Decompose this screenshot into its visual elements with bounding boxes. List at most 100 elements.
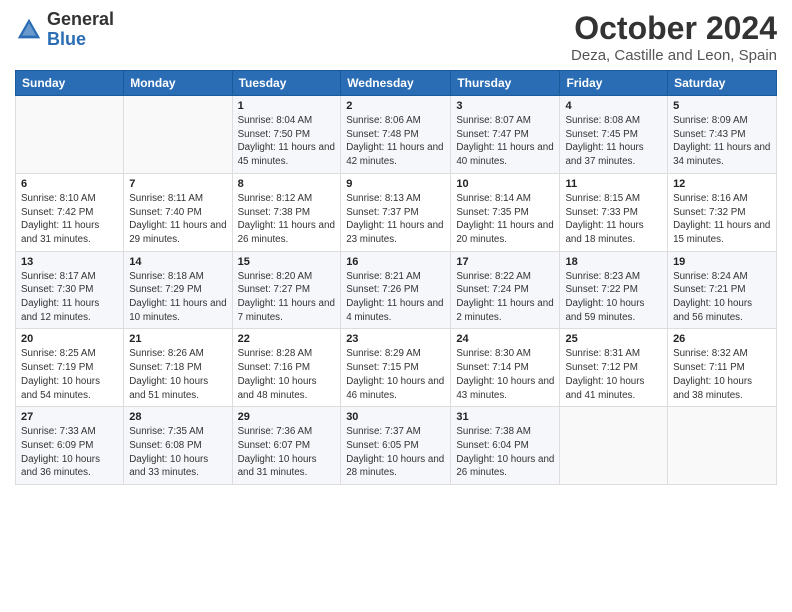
table-row <box>124 96 232 174</box>
table-row <box>16 96 124 174</box>
week-row-4: 27 Sunrise: 7:33 AMSunset: 6:09 PMDayligh… <box>16 407 777 485</box>
col-monday: Monday <box>124 71 232 96</box>
day-info: Sunrise: 8:20 AMSunset: 7:27 PMDaylight:… <box>238 270 336 325</box>
day-number: 16 <box>346 256 445 268</box>
day-number: 24 <box>456 333 554 345</box>
day-info: Sunrise: 8:12 AMSunset: 7:38 PMDaylight:… <box>238 192 336 247</box>
table-row: 8 Sunrise: 8:12 AMSunset: 7:38 PMDaylight… <box>232 173 341 251</box>
day-info: Sunrise: 8:10 AMSunset: 7:42 PMDaylight:… <box>21 192 118 247</box>
day-info: Sunrise: 8:14 AMSunset: 7:35 PMDaylight:… <box>456 192 554 247</box>
day-number: 23 <box>346 333 445 345</box>
table-row: 28 Sunrise: 7:35 AMSunset: 6:08 PMDayligh… <box>124 407 232 485</box>
table-row: 31 Sunrise: 7:38 AMSunset: 6:04 PMDayligh… <box>451 407 560 485</box>
day-number: 19 <box>673 256 771 268</box>
table-row: 11 Sunrise: 8:15 AMSunset: 7:33 PMDayligh… <box>560 173 668 251</box>
day-number: 7 <box>129 178 226 190</box>
table-row <box>560 407 668 485</box>
day-info: Sunrise: 8:21 AMSunset: 7:26 PMDaylight:… <box>346 270 445 325</box>
day-number: 31 <box>456 411 554 423</box>
week-row-1: 6 Sunrise: 8:10 AMSunset: 7:42 PMDaylight… <box>16 173 777 251</box>
month-title: October 2024 <box>571 10 777 47</box>
col-sunday: Sunday <box>16 71 124 96</box>
header-row: Sunday Monday Tuesday Wednesday Thursday… <box>16 71 777 96</box>
day-info: Sunrise: 8:29 AMSunset: 7:15 PMDaylight:… <box>346 347 445 402</box>
logo-text: General Blue <box>47 10 114 50</box>
table-row: 21 Sunrise: 8:26 AMSunset: 7:18 PMDayligh… <box>124 329 232 407</box>
location-title: Deza, Castille and Leon, Spain <box>571 47 777 64</box>
day-number: 26 <box>673 333 771 345</box>
week-row-3: 20 Sunrise: 8:25 AMSunset: 7:19 PMDayligh… <box>16 329 777 407</box>
logo-icon <box>15 16 43 44</box>
table-row: 15Sunrise: 8:20 AMSunset: 7:27 PMDayligh… <box>232 251 341 329</box>
day-number: 3 <box>456 100 554 112</box>
table-row: 30 Sunrise: 7:37 AMSunset: 6:05 PMDayligh… <box>341 407 451 485</box>
logo-area: General Blue <box>15 10 114 50</box>
day-info: Sunrise: 8:17 AMSunset: 7:30 PMDaylight:… <box>21 270 118 325</box>
title-area: October 2024 Deza, Castille and Leon, Sp… <box>571 10 777 64</box>
day-info: Sunrise: 8:22 AMSunset: 7:24 PMDaylight:… <box>456 270 554 325</box>
table-row: 10Sunrise: 8:14 AMSunset: 7:35 PMDayligh… <box>451 173 560 251</box>
day-info: Sunrise: 8:23 AMSunset: 7:22 PMDaylight:… <box>565 270 662 325</box>
day-number: 4 <box>565 100 662 112</box>
week-row-2: 13 Sunrise: 8:17 AMSunset: 7:30 PMDayligh… <box>16 251 777 329</box>
day-number: 8 <box>238 178 336 190</box>
day-info: Sunrise: 8:30 AMSunset: 7:14 PMDaylight:… <box>456 347 554 402</box>
table-row: 17 Sunrise: 8:22 AMSunset: 7:24 PMDayligh… <box>451 251 560 329</box>
day-info: Sunrise: 8:24 AMSunset: 7:21 PMDaylight:… <box>673 270 771 325</box>
day-number: 9 <box>346 178 445 190</box>
table-row: 18 Sunrise: 8:23 AMSunset: 7:22 PMDayligh… <box>560 251 668 329</box>
day-number: 20 <box>21 333 118 345</box>
table-row: 9 Sunrise: 8:13 AMSunset: 7:37 PMDaylight… <box>341 173 451 251</box>
day-info: Sunrise: 8:26 AMSunset: 7:18 PMDaylight:… <box>129 347 226 402</box>
day-info: Sunrise: 7:35 AMSunset: 6:08 PMDaylight:… <box>129 425 226 480</box>
day-info: Sunrise: 8:06 AMSunset: 7:48 PMDaylight:… <box>346 114 445 169</box>
day-number: 6 <box>21 178 118 190</box>
day-info: Sunrise: 8:13 AMSunset: 7:37 PMDaylight:… <box>346 192 445 247</box>
table-row: 23 Sunrise: 8:29 AMSunset: 7:15 PMDayligh… <box>341 329 451 407</box>
day-info: Sunrise: 7:33 AMSunset: 6:09 PMDaylight:… <box>21 425 118 480</box>
day-info: Sunrise: 8:31 AMSunset: 7:12 PMDaylight:… <box>565 347 662 402</box>
col-saturday: Saturday <box>668 71 777 96</box>
table-row: 25 Sunrise: 8:31 AMSunset: 7:12 PMDayligh… <box>560 329 668 407</box>
day-number: 25 <box>565 333 662 345</box>
day-info: Sunrise: 8:15 AMSunset: 7:33 PMDaylight:… <box>565 192 662 247</box>
day-number: 28 <box>129 411 226 423</box>
day-info: Sunrise: 7:36 AMSunset: 6:07 PMDaylight:… <box>238 425 336 480</box>
table-row: 4 Sunrise: 8:08 AMSunset: 7:45 PMDaylight… <box>560 96 668 174</box>
day-info: Sunrise: 8:07 AMSunset: 7:47 PMDaylight:… <box>456 114 554 169</box>
col-thursday: Thursday <box>451 71 560 96</box>
day-info: Sunrise: 8:04 AMSunset: 7:50 PMDaylight:… <box>238 114 336 169</box>
day-number: 12 <box>673 178 771 190</box>
table-row: 3 Sunrise: 8:07 AMSunset: 7:47 PMDaylight… <box>451 96 560 174</box>
day-info: Sunrise: 8:11 AMSunset: 7:40 PMDaylight:… <box>129 192 226 247</box>
day-info: Sunrise: 8:08 AMSunset: 7:45 PMDaylight:… <box>565 114 662 169</box>
table-row: 2Sunrise: 8:06 AMSunset: 7:48 PMDaylight… <box>341 96 451 174</box>
header: General Blue October 2024 Deza, Castille… <box>15 10 777 64</box>
table-row: 16 Sunrise: 8:21 AMSunset: 7:26 PMDayligh… <box>341 251 451 329</box>
table-row: 29Sunrise: 7:36 AMSunset: 6:07 PMDayligh… <box>232 407 341 485</box>
day-number: 30 <box>346 411 445 423</box>
table-row: 13 Sunrise: 8:17 AMSunset: 7:30 PMDayligh… <box>16 251 124 329</box>
day-info: Sunrise: 7:37 AMSunset: 6:05 PMDaylight:… <box>346 425 445 480</box>
day-number: 11 <box>565 178 662 190</box>
table-row: 24 Sunrise: 8:30 AMSunset: 7:14 PMDayligh… <box>451 329 560 407</box>
day-number: 27 <box>21 411 118 423</box>
table-row: 27 Sunrise: 7:33 AMSunset: 6:09 PMDayligh… <box>16 407 124 485</box>
day-number: 22 <box>238 333 336 345</box>
day-info: Sunrise: 7:38 AMSunset: 6:04 PMDaylight:… <box>456 425 554 480</box>
table-row: 26Sunrise: 8:32 AMSunset: 7:11 PMDayligh… <box>668 329 777 407</box>
col-friday: Friday <box>560 71 668 96</box>
table-row: 20 Sunrise: 8:25 AMSunset: 7:19 PMDayligh… <box>16 329 124 407</box>
day-info: Sunrise: 8:25 AMSunset: 7:19 PMDaylight:… <box>21 347 118 402</box>
table-row: 1 Sunrise: 8:04 AMSunset: 7:50 PMDaylight… <box>232 96 341 174</box>
day-number: 21 <box>129 333 226 345</box>
day-info: Sunrise: 8:28 AMSunset: 7:16 PMDaylight:… <box>238 347 336 402</box>
week-row-0: 1 Sunrise: 8:04 AMSunset: 7:50 PMDaylight… <box>16 96 777 174</box>
day-number: 1 <box>238 100 336 112</box>
day-number: 18 <box>565 256 662 268</box>
col-tuesday: Tuesday <box>232 71 341 96</box>
day-number: 13 <box>21 256 118 268</box>
calendar-table: Sunday Monday Tuesday Wednesday Thursday… <box>15 70 777 485</box>
table-row: 6 Sunrise: 8:10 AMSunset: 7:42 PMDaylight… <box>16 173 124 251</box>
day-number: 17 <box>456 256 554 268</box>
